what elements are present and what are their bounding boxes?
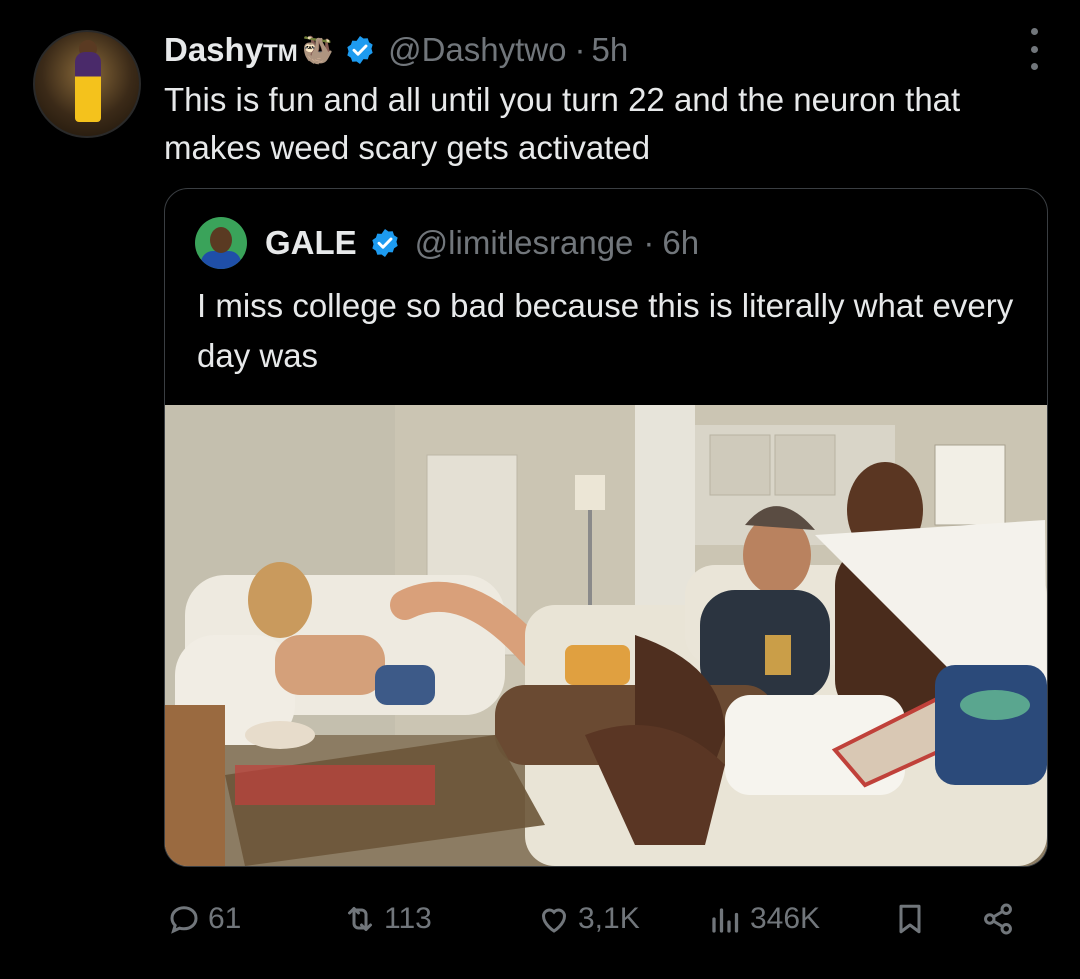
author-avatar[interactable] xyxy=(33,30,141,138)
repost-count: 113 xyxy=(384,902,432,935)
like-icon xyxy=(541,908,567,933)
tweet-time[interactable]: 5h xyxy=(591,31,628,69)
share-icon xyxy=(984,903,1012,935)
action-bar: 61 113 3,1K 346K xyxy=(164,892,1044,946)
views-icon xyxy=(712,908,739,933)
like-button[interactable]: 3,1K xyxy=(536,892,640,946)
repost-icon xyxy=(348,907,372,931)
reply-icon xyxy=(170,906,198,934)
quoted-avatar-shirt xyxy=(201,251,241,269)
quoted-avatar-face xyxy=(210,227,232,253)
quoted-photo[interactable] xyxy=(165,405,1047,866)
share-button[interactable] xyxy=(980,892,1016,946)
time-separator: · xyxy=(574,31,586,68)
views-count: 346K xyxy=(750,902,821,935)
like-count: 3,1K xyxy=(578,902,640,935)
living-room-scene xyxy=(165,405,1047,866)
author-name[interactable]: DashyTM xyxy=(164,31,298,69)
quoted-tweet[interactable]: GALE @limitlesrange · 6h I miss college … xyxy=(164,188,1048,867)
quoted-time[interactable]: 6h xyxy=(662,224,699,262)
quoted-author-name[interactable]: GALE xyxy=(265,224,357,262)
quoted-handle[interactable]: @limitlesrange xyxy=(415,224,634,262)
bookmark-icon xyxy=(899,904,921,934)
repost-button[interactable]: 113 xyxy=(342,892,432,946)
author-handle[interactable]: @Dashytwo xyxy=(388,31,566,69)
tweet-text: This is fun and all until you turn 22 an… xyxy=(164,81,961,166)
reply-count: 61 xyxy=(208,902,242,935)
avatar-figure xyxy=(75,52,101,122)
views-button[interactable]: 346K xyxy=(708,892,820,946)
quoted-time-separator: · xyxy=(643,224,655,261)
bookmark-button[interactable] xyxy=(892,892,928,946)
reply-button[interactable]: 61 xyxy=(166,892,241,946)
quoted-text: I miss college so bad because this is li… xyxy=(197,287,1014,374)
author-suffix: TM xyxy=(263,40,298,67)
sloth-emoji: 🦥 xyxy=(301,34,335,65)
quoted-header: GALE @limitlesrange · 6h xyxy=(195,215,699,271)
verified-icon xyxy=(372,229,398,257)
tweet-header: DashyTM 🦥 @Dashytwo · 5h xyxy=(164,28,628,72)
more-icon[interactable] xyxy=(1026,28,1042,70)
quoted-avatar[interactable] xyxy=(195,217,247,269)
verified-icon xyxy=(347,36,373,64)
